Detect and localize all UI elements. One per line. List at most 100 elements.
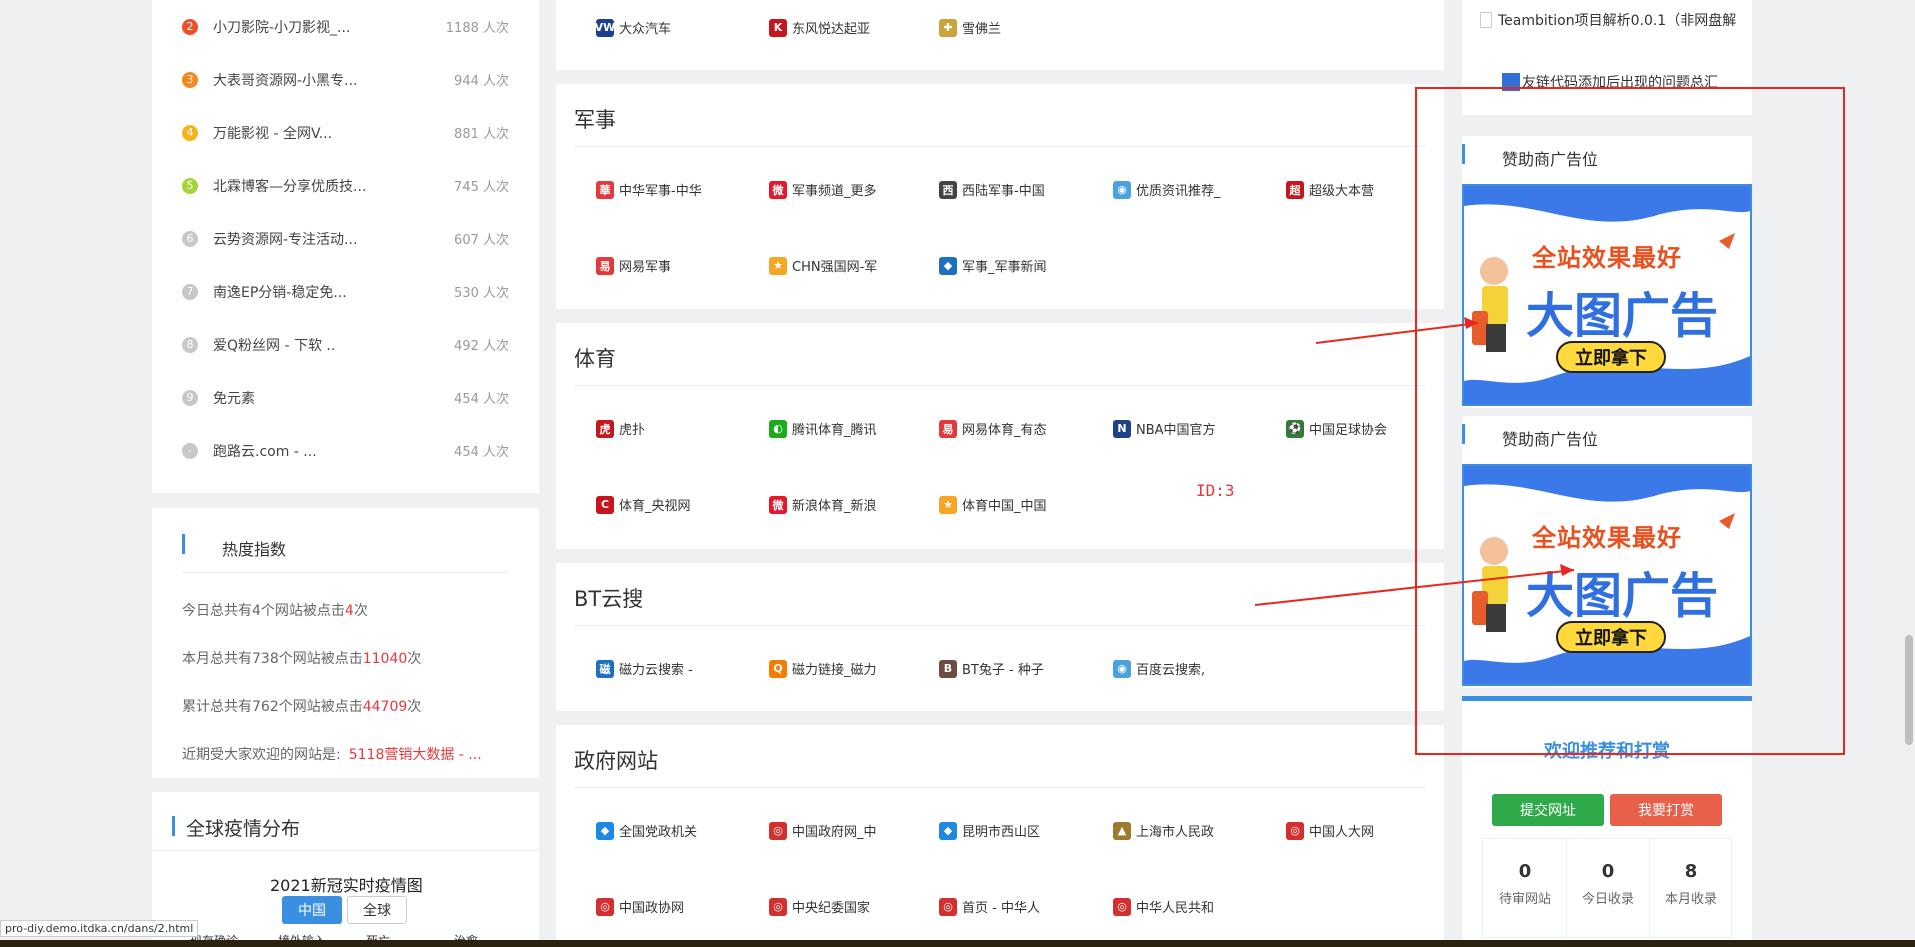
site-icon: ◆ — [596, 821, 614, 840]
rank-row[interactable]: 6 云势资源网-专注活动... 607 人次 — [152, 212, 539, 265]
submit-site-button[interactable]: 提交网址 — [1492, 794, 1604, 826]
site-link[interactable]: 超超级大本营 — [1286, 180, 1374, 199]
site-link[interactable]: ◎ 中央纪委国家 — [769, 897, 870, 916]
rank-row[interactable]: - 跑路云.com - ... 454 人次 — [152, 424, 539, 477]
site-icon: 微 — [769, 180, 787, 199]
tab-china[interactable]: 中国 — [282, 896, 342, 924]
ad-btn-2[interactable]: 立即拿下 — [1556, 621, 1666, 653]
military-panel: 军事 華中华军事-中华 微军事频道_更多 西西陆军事-中国 ◉ 优质资讯推荐_ 超超级大本… — [556, 84, 1444, 309]
sports-panel: 体育 虎虎扑 ◐ 腾讯体育_腾讯 易网易体育_有态 N NBA中国官方 ⚽ 中国足球协会 C 体育… — [556, 323, 1444, 549]
rank-row[interactable]: 9 免元素 454 人次 — [152, 371, 539, 424]
site-link[interactable]: VW 大众汽车 — [595, 18, 672, 37]
epidemic-panel: 全球疫情分布 2021新冠实时疫情图 中国 全球 现存确诊境外输入死亡治愈 — [152, 792, 539, 947]
rank-number: 8 — [182, 336, 198, 353]
site-link[interactable]: 易网易军事 — [596, 256, 671, 275]
site-icon: ◎ — [1113, 897, 1131, 916]
site-link[interactable]: ⚽ 中国足球协会 — [1286, 419, 1387, 438]
site-name: 西陆军事-中国 — [962, 184, 1045, 199]
heat-line: 本月总共有738个网站被点击11040次 — [182, 648, 421, 668]
site-link[interactable]: ★ 体育中国_中国 — [939, 495, 1047, 514]
ad-btn-1[interactable]: 立即拿下 — [1556, 341, 1666, 373]
site-icon: ◉ — [1113, 659, 1131, 678]
site-link[interactable]: ◆ 军事_军事新闻 — [939, 256, 1047, 275]
rank-row[interactable]: 4 万能影视 - 全网V... 881 人次 — [152, 106, 539, 159]
rank-row[interactable]: 3 大表哥资源网-小黑专... 944 人次 — [152, 53, 539, 106]
site-name: 中华人民共和 — [1136, 901, 1215, 916]
rank-row[interactable]: 8 爱Q粉丝网 - 下软 .. 492 人次 — [152, 318, 539, 371]
site-link[interactable]: 虎虎扑 — [596, 419, 645, 438]
status-url: pro-diy.demo.itdka.cn/dans/2.html — [0, 920, 199, 937]
site-name: 东风悦达起亚 — [792, 22, 871, 37]
site-link[interactable]: 微军事频道_更多 — [769, 180, 877, 199]
site-link[interactable]: ▲ 上海市人民政 — [1113, 821, 1214, 840]
site-link[interactable]: ◎ 中国政府网_中 — [769, 821, 877, 840]
count-label: 待审网站 — [1498, 892, 1551, 907]
site-link[interactable]: 易网易体育_有态 — [939, 419, 1047, 438]
epidemic-subtitle: 2021新冠实时疫情图 — [270, 876, 423, 895]
ad-big-1: 大图广告 — [1526, 288, 1719, 344]
site-link[interactable]: 磁磁力云搜索 - — [596, 659, 693, 678]
ad-slogan-1: 全站效果最好 — [1532, 244, 1682, 272]
site-link[interactable]: ◎ 中华人民共和 — [1113, 897, 1214, 916]
site-link[interactable]: ★ CHN强国网-军 — [769, 256, 877, 275]
heat-line-text: 累计总共有762个网站被点击 — [182, 699, 363, 715]
site-link[interactable]: ◉ 优质资讯推荐_ — [1113, 180, 1221, 199]
site-link[interactable]: ◎ 中国政协网 — [596, 897, 684, 916]
site-link[interactable]: ◆ 全国党政机关 — [596, 821, 697, 840]
rank-count: 454 人次 — [454, 392, 509, 407]
rank-number: 5 — [182, 177, 198, 194]
rank-row[interactable]: 2 小刀影院-小刀影视_... 1188 人次 — [152, 0, 539, 53]
rank-number: 3 — [182, 71, 198, 88]
heat-line-suffix: 次 — [407, 651, 422, 667]
heat-line-number[interactable]: 5118营销大数据 - ... — [349, 747, 482, 763]
rank-site-name: 万能影视 - 全网V... — [213, 125, 333, 142]
scrollbar-track[interactable] — [1903, 0, 1915, 947]
rank-number: 9 — [182, 389, 198, 406]
site-link[interactable]: N NBA中国官方 — [1113, 419, 1216, 438]
site-icon: ◉ — [1113, 180, 1131, 199]
count-number: 0 — [1601, 861, 1615, 882]
ad-title-marker-2 — [1462, 424, 1465, 444]
site-link[interactable]: ◐ 腾讯体育_腾讯 — [769, 419, 877, 438]
site-name: 腾讯体育_腾讯 — [792, 423, 877, 438]
site-name: 大众汽车 — [619, 22, 672, 37]
site-link[interactable]: B BT兔子 - 种子 — [939, 659, 1044, 678]
count-item: 0 今日收录 — [1568, 861, 1648, 907]
site-link[interactable]: C 体育_央视网 — [596, 495, 691, 514]
ad-banner-1[interactable]: 全站效果最好 大图广告 立即拿下 — [1462, 184, 1752, 406]
rank-site-name: 北霖博客—分享优质技... — [213, 178, 367, 195]
scrollbar-thumb[interactable] — [1905, 635, 1913, 745]
rank-number: 2 — [182, 18, 198, 35]
sidebar-link-friend[interactable]: 友链代码添加后出现的问题总汇 — [1502, 72, 1718, 92]
recommend-title: 欢迎推荐和打赏 — [1544, 741, 1670, 762]
site-link[interactable]: K 东风悦达起亚 — [769, 18, 870, 37]
heat-index-panel: 热度指数 今日总共有4个网站被点击4次 本月总共有738个网站被点击11040次累… — [152, 508, 539, 778]
epidemic-divider — [152, 850, 539, 851]
rank-number: 7 — [182, 283, 198, 300]
tab-global[interactable]: 全球 — [347, 896, 407, 924]
site-link[interactable]: Q 磁力链接_磁力 — [769, 659, 877, 678]
site-name: 超级大本营 — [1309, 184, 1375, 199]
site-name: 上海市人民政 — [1136, 825, 1215, 840]
site-name: 全国党政机关 — [619, 825, 698, 840]
site-link[interactable]: 西西陆军事-中国 — [939, 180, 1045, 199]
site-link[interactable]: ◎ 中国人大网 — [1286, 821, 1374, 840]
site-name: 网易体育_有态 — [962, 423, 1047, 438]
heat-line-text: 本月总共有738个网站被点击 — [182, 651, 363, 667]
count-item: 8 本月收录 — [1651, 861, 1731, 907]
site-icon: B — [939, 659, 957, 678]
site-link[interactable]: ◎ 首页 - 中华人 — [939, 897, 1040, 916]
site-link[interactable]: ◉ 百度云搜索, — [1113, 659, 1205, 678]
rank-row[interactable]: 5 北霖博客—分享优质技... 745 人次 — [152, 159, 539, 212]
site-link[interactable]: ◆ 昆明市西山区 — [939, 821, 1040, 840]
ad-banner-2[interactable]: 全站效果最好 大图广告 立即拿下 — [1462, 464, 1752, 686]
site-link[interactable]: 華中华军事-中华 — [596, 180, 702, 199]
ad-panel-1: 赞助商广告位 全站效果最好 大图广告 立即拿下 — [1462, 136, 1752, 408]
site-link[interactable]: ✚ 雪佛兰 — [939, 18, 1001, 37]
rank-row[interactable]: 7 南逸EP分销-稳定免... 530 人次 — [152, 265, 539, 318]
heat-line: 今日总共有4个网站被点击4次 — [182, 600, 368, 620]
reward-button[interactable]: 我要打赏 — [1610, 794, 1722, 826]
sidebar-link-teambition[interactable]: Teambition项目解析0.0.1（非网盘解 — [1480, 10, 1736, 30]
site-name: 网易军事 — [619, 260, 672, 275]
site-link[interactable]: 微新浪体育_新浪 — [769, 495, 877, 514]
